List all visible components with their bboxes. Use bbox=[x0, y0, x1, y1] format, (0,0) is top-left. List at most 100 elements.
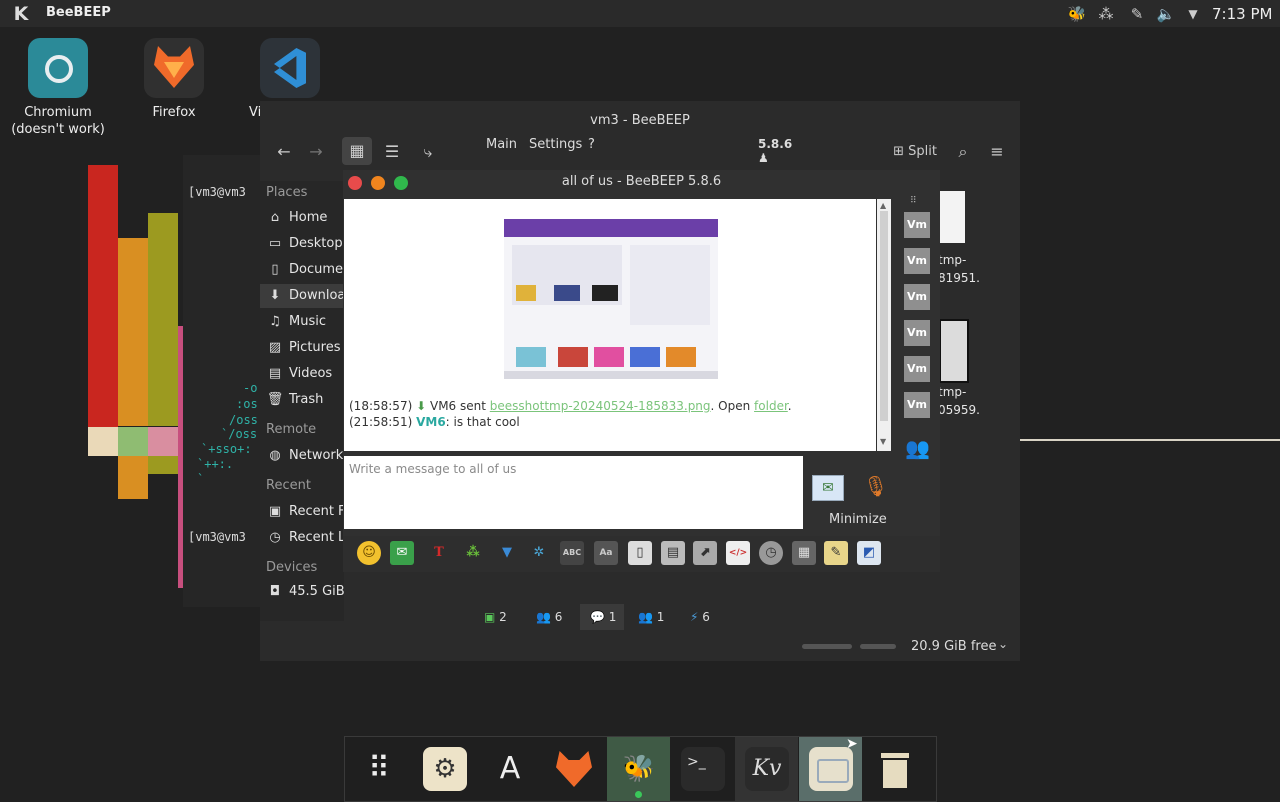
file-thumbnail[interactable] bbox=[939, 319, 969, 383]
drag-handle[interactable]: ⠿ bbox=[910, 196, 917, 206]
voice-message-icon[interactable]: 🎙 bbox=[863, 474, 888, 502]
sidebar-item-drive[interactable]: ◘ 45.5 GiB Internal Drive (vda2) bbox=[260, 580, 344, 604]
back-icon[interactable]: ← bbox=[272, 138, 296, 166]
chat-toolbar: ☺ ✉ T ⁂ ▼ ✲ ABC Aa ▯ ▤ ⬈ </> ◷ ▦ ✎ ◩ bbox=[343, 536, 940, 572]
sidebar-item-recent-files[interactable]: ▣ Recent F bbox=[260, 500, 344, 524]
window-icon[interactable]: ◩ bbox=[857, 541, 881, 565]
scroll-down-icon[interactable]: ▼ bbox=[880, 437, 886, 446]
scroll-up-icon[interactable]: ▲ bbox=[880, 201, 886, 210]
dock-item-beebeep[interactable]: 🐝 bbox=[607, 737, 670, 801]
message-input[interactable]: Write a message to all of us bbox=[344, 456, 803, 529]
close-button[interactable] bbox=[348, 176, 362, 190]
dock-item-terminal[interactable]: >_ bbox=[671, 737, 734, 801]
tab-shares[interactable]: 👥 1 bbox=[638, 604, 664, 630]
sidebar-item-downloads[interactable]: ⬇ Downloa bbox=[260, 284, 344, 308]
user-avatar[interactable]: Vm bbox=[904, 320, 930, 346]
volume-icon[interactable]: 🔈 bbox=[1155, 4, 1177, 24]
dock-item-settings[interactable]: ⚙ bbox=[413, 737, 476, 801]
clock[interactable]: 7:13 PM bbox=[1212, 5, 1272, 23]
image-preview[interactable] bbox=[504, 219, 718, 379]
desktop-icon-chromium[interactable]: Chromium (doesn't work) bbox=[3, 38, 113, 138]
tab-chats[interactable]: ▣ 2 bbox=[484, 604, 507, 630]
icons-view-icon[interactable]: ▦ bbox=[342, 137, 372, 165]
menu-main[interactable]: Main bbox=[486, 137, 517, 152]
free-space-label[interactable]: 20.9 GiB free bbox=[911, 639, 996, 654]
tab-network[interactable]: ⚡ 6 bbox=[690, 604, 710, 630]
settings-gear-icon[interactable]: ✲ bbox=[527, 541, 551, 565]
search-icon[interactable]: ⌕ bbox=[950, 138, 976, 166]
group-users-icon[interactable]: 👥 bbox=[905, 436, 930, 460]
dock-item-software[interactable]: A bbox=[478, 737, 541, 801]
sidebar-item-recent-locations[interactable]: ◷ Recent L bbox=[260, 526, 344, 550]
spellcheck-icon[interactable]: ABC bbox=[560, 541, 584, 565]
beebeep-tray-icon[interactable]: 🐝 bbox=[1066, 4, 1088, 24]
clock-icon[interactable]: ◷ bbox=[759, 541, 783, 565]
sidebar-item-label: Downloa bbox=[289, 288, 344, 303]
minimize-window-button[interactable] bbox=[371, 176, 385, 190]
sidebar-item-desktop[interactable]: ▭ Desktop bbox=[260, 232, 344, 256]
sidebar-item-network[interactable]: ◍ Network bbox=[260, 444, 344, 468]
user-avatar[interactable]: Vm bbox=[904, 284, 930, 310]
font-icon[interactable]: T bbox=[427, 541, 451, 565]
screenshot-icon[interactable]: ⬈ bbox=[693, 541, 717, 565]
user-list: ⠿ Vm Vm Vm Vm Vm Vm 👥 bbox=[897, 190, 939, 530]
pen-icon[interactable]: ✎ bbox=[1126, 4, 1148, 24]
menu-help[interactable]: ? bbox=[588, 137, 595, 152]
filter-icon[interactable]: ▼ bbox=[495, 541, 519, 565]
dock-item-trash[interactable] bbox=[863, 737, 926, 801]
chat-messages-area[interactable]: (18:58:57) ⬇ VM6 sent beesshottmp-202405… bbox=[344, 199, 876, 451]
network-icon[interactable]: ⁂ bbox=[1095, 4, 1117, 24]
sidebar-item-videos[interactable]: ▤ Videos bbox=[260, 362, 344, 386]
dock-item-firefox[interactable] bbox=[542, 737, 605, 801]
send-message-icon[interactable]: ✉ bbox=[812, 475, 844, 501]
scroll-thumb[interactable] bbox=[880, 211, 888, 421]
calendar-icon[interactable]: ▦ bbox=[792, 541, 816, 565]
user-avatar[interactable]: Vm bbox=[904, 356, 930, 382]
html-icon[interactable]: </> bbox=[726, 541, 750, 565]
file-thumbnail[interactable] bbox=[939, 191, 965, 243]
desktop-icon-firefox[interactable]: Firefox bbox=[119, 38, 229, 121]
chevron-down-icon[interactable]: ⌄ bbox=[998, 637, 1008, 651]
file-link[interactable]: beesshottmp-20240524-185833.png bbox=[490, 399, 711, 413]
user-avatar[interactable]: Vm bbox=[904, 248, 930, 274]
folder-link[interactable]: folder bbox=[754, 399, 788, 413]
word-complete-icon[interactable]: Aa bbox=[594, 541, 618, 565]
forward-icon[interactable]: → bbox=[304, 138, 328, 166]
file-label[interactable]: tmp- 81951. bbox=[938, 251, 998, 287]
user-avatar[interactable]: Vm bbox=[904, 212, 930, 238]
dock-item-applications[interactable]: ⠿ bbox=[347, 737, 410, 801]
sidebar-item-trash[interactable]: 🗑 Trash bbox=[260, 388, 344, 412]
send-folder-icon[interactable]: ▤ bbox=[661, 541, 685, 565]
hamburger-menu-icon[interactable]: ≡ bbox=[984, 138, 1010, 166]
menu-settings[interactable]: Settings bbox=[529, 137, 582, 152]
send-mail-icon[interactable]: ✉ bbox=[390, 541, 414, 565]
list-view-icon[interactable]: ☰ bbox=[378, 138, 406, 166]
chat-scrollbar[interactable]: ▲ ▼ bbox=[877, 199, 891, 451]
sidebar-item-home[interactable]: ⌂ Home bbox=[260, 206, 344, 230]
sidebar-item-music[interactable]: ♫ Music bbox=[260, 310, 344, 334]
chat-window[interactable]: all of us - BeeBEEP 5.8.6 (18:58:57) ⬇ V… bbox=[343, 170, 940, 572]
file-label[interactable]: tmp- 05959. bbox=[938, 383, 998, 419]
color-icon[interactable]: ⁂ bbox=[461, 541, 485, 565]
notes-icon[interactable]: ✎ bbox=[824, 541, 848, 565]
send-file-icon[interactable]: ▯ bbox=[628, 541, 652, 565]
version-label: 5.8.6 ♟ bbox=[758, 137, 803, 165]
chat-message: (18:58:57) ⬇ VM6 sent beesshottmp-202405… bbox=[349, 399, 792, 413]
minimize-button[interactable]: Minimize bbox=[829, 512, 887, 527]
sidebar-item-pictures[interactable]: ▨ Pictures bbox=[260, 336, 344, 360]
dock-item-kvantum[interactable]: Kv bbox=[735, 737, 798, 801]
tab-groups[interactable]: 💬 1 bbox=[580, 604, 624, 630]
users-icon: 👥 bbox=[536, 610, 551, 624]
chevron-down-icon[interactable]: ▼ bbox=[1184, 4, 1202, 24]
zoom-slider[interactable] bbox=[802, 644, 852, 649]
kde-launcher-icon[interactable]: K bbox=[10, 3, 32, 25]
chat-titlebar: all of us - BeeBEEP 5.8.6 bbox=[343, 170, 940, 198]
tree-view-icon[interactable]: ⤷ bbox=[414, 138, 442, 166]
emoticon-icon[interactable]: ☺ bbox=[357, 541, 381, 565]
split-button[interactable]: ⊞ Split bbox=[884, 138, 946, 166]
sidebar-item-documents[interactable]: ▯ Docume bbox=[260, 258, 344, 282]
preview-thumb bbox=[554, 285, 580, 301]
maximize-button[interactable] bbox=[394, 176, 408, 190]
user-avatar[interactable]: Vm bbox=[904, 392, 930, 418]
tab-users[interactable]: 👥 6 bbox=[536, 604, 562, 630]
